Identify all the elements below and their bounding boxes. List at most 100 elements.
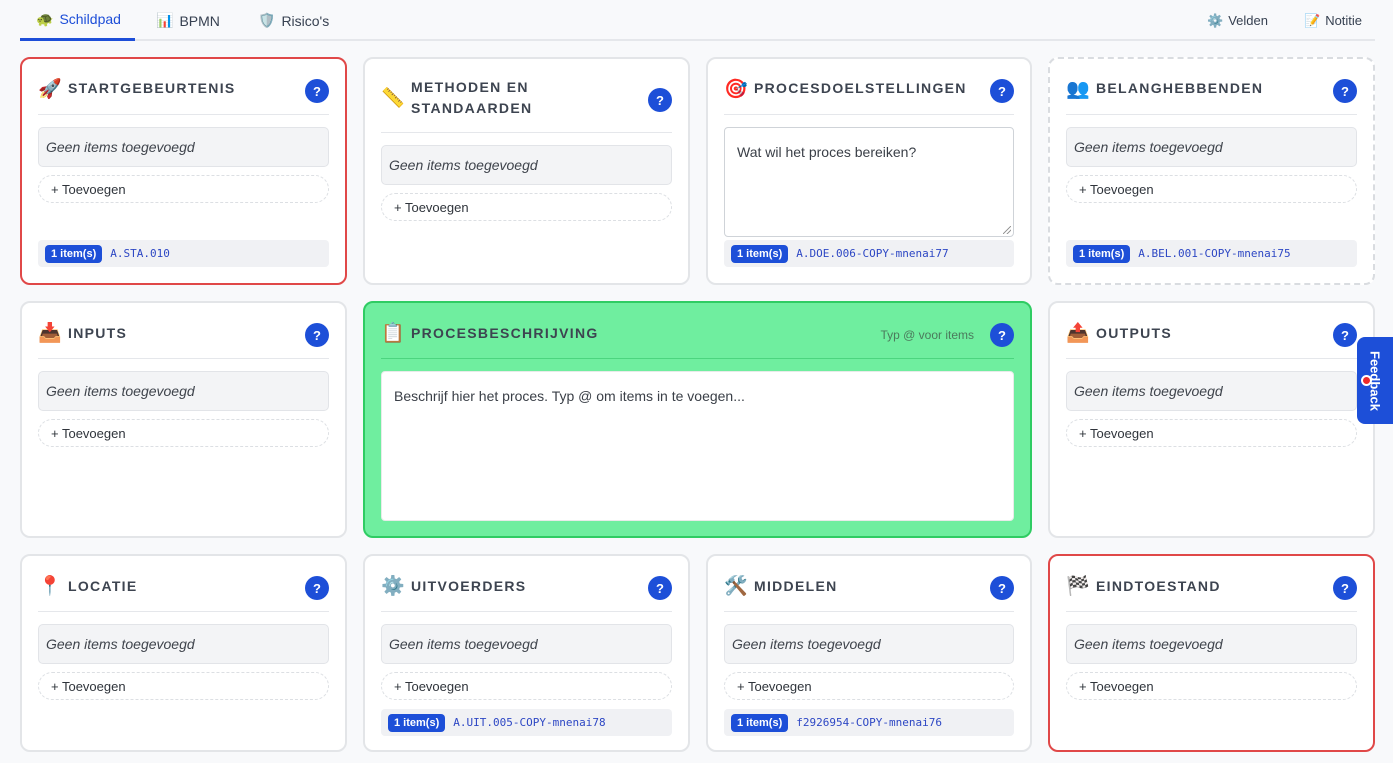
card-header: 🛠️ MIDDELEN ? — [724, 556, 1014, 612]
card-header: 📤 OUTPUTS ? — [1066, 303, 1357, 359]
help-button[interactable]: ? — [305, 323, 329, 347]
tab-label: Risico's — [281, 12, 330, 29]
empty-state: Geen items toegevoegd — [1066, 127, 1357, 167]
card-title: EINDTOESTAND — [1096, 578, 1221, 594]
item-code: A.BEL.001-COPY-mnenai75 — [1138, 247, 1291, 260]
card-header: 🎯 PROCESDOELSTELLINGEN ? — [724, 59, 1014, 115]
help-button[interactable]: ? — [305, 79, 329, 103]
card-procesdoelstellingen: 🎯 PROCESDOELSTELLINGEN ? Wat wil het pro… — [706, 57, 1032, 285]
count-badge: 1 item(s) — [731, 713, 789, 732]
empty-state: Geen items toegevoegd — [724, 624, 1014, 664]
card-locatie: 📍 LOCATIE ? Geen items toegevoegd + Toev… — [20, 554, 347, 752]
tab-label: BPMN — [179, 12, 220, 29]
ruler-icon: 📏 — [381, 88, 405, 109]
count-badge: 1 item(s) — [731, 244, 789, 263]
textarea-placeholder: Wat wil het proces bereiken? — [737, 144, 917, 160]
tab-bar: 🐢 Schildpad 📊 BPMN 🛡️ Risico's ⚙️ Velden… — [20, 0, 1375, 41]
card-title: PROCESDOELSTELLINGEN — [754, 80, 967, 96]
feedback-tab[interactable]: Feedback — [1357, 337, 1393, 424]
help-button[interactable]: ? — [305, 576, 329, 600]
checkered-flag-icon: 🏁 — [1066, 576, 1090, 597]
help-button[interactable]: ? — [1333, 576, 1357, 600]
item-code: A.DOE.006-COPY-mnenai77 — [796, 247, 949, 260]
card-title: BELANGHEBBENDEN — [1096, 80, 1264, 96]
card-header: 📏 METHODEN EN STANDAARDEN ? — [381, 59, 672, 133]
card-header: 📋 PROCESBESCHRIJVING Typ @ voor items ? — [381, 303, 1014, 359]
memo-icon: 📝 — [1304, 12, 1321, 28]
target-icon: 🎯 — [724, 79, 748, 100]
add-button[interactable]: + Toevoegen — [381, 193, 672, 221]
outbox-tray-icon: 📤 — [1066, 323, 1090, 344]
help-button[interactable]: ? — [648, 576, 672, 600]
clipboard-icon: 📋 — [381, 323, 405, 344]
count-badge: 1 item(s) — [45, 244, 103, 263]
card-middelen: 🛠️ MIDDELEN ? Geen items toegevoegd + To… — [706, 554, 1032, 752]
item-code: A.UIT.005-COPY-mnenai78 — [453, 716, 606, 729]
card-title-line2: STANDAARDEN — [411, 100, 533, 116]
velden-button[interactable]: ⚙️ Velden — [1207, 0, 1268, 41]
item-reference[interactable]: 1 item(s) A.BEL.001-COPY-mnenai75 — [1066, 240, 1357, 267]
card-outputs: 📤 OUTPUTS ? Geen items toegevoegd + Toev… — [1048, 301, 1375, 538]
empty-state: Geen items toegevoegd — [38, 371, 329, 411]
add-button[interactable]: + Toevoegen — [1066, 672, 1357, 700]
empty-state: Geen items toegevoegd — [38, 624, 329, 664]
shield-icon: 🛡️ — [258, 12, 276, 28]
card-title: UITVOERDERS — [411, 578, 527, 594]
count-badge: 1 item(s) — [388, 713, 446, 732]
card-eindtoestand: 🏁 EINDTOESTAND ? Geen items toegevoegd +… — [1048, 554, 1375, 752]
mention-hint: Typ @ voor items — [880, 328, 974, 342]
notitie-label: Notitie — [1325, 13, 1363, 28]
velden-label: Velden — [1228, 13, 1268, 28]
tab-schildpad[interactable]: 🐢 Schildpad — [20, 0, 135, 41]
notitie-button[interactable]: 📝 Notitie — [1304, 0, 1362, 41]
add-button[interactable]: + Toevoegen — [381, 672, 672, 700]
bar-chart-icon: 📊 — [156, 12, 174, 28]
card-title-line1: METHODEN EN — [411, 79, 529, 95]
item-reference[interactable]: 1 item(s) A.DOE.006-COPY-mnenai77 — [724, 240, 1014, 267]
item-code: f2926954-COPY-mnenai76 — [796, 716, 942, 729]
empty-state: Geen items toegevoegd — [381, 145, 672, 185]
gear-icon: ⚙️ — [381, 576, 405, 597]
card-belanghebbenden: 👥 BELANGHEBBENDEN ? Geen items toegevoeg… — [1048, 57, 1375, 285]
help-button[interactable]: ? — [1333, 323, 1357, 347]
item-reference[interactable]: 1 item(s) f2926954-COPY-mnenai76 — [724, 709, 1014, 736]
help-button[interactable]: ? — [990, 323, 1014, 347]
add-button[interactable]: + Toevoegen — [38, 672, 329, 700]
card-header: 🚀 STARTGEBEURTENIS ? — [38, 59, 329, 115]
count-badge: 1 item(s) — [1073, 244, 1131, 263]
editor-placeholder: Beschrijf hier het proces. Typ @ om item… — [394, 388, 745, 404]
add-button[interactable]: + Toevoegen — [724, 672, 1014, 700]
item-reference[interactable]: 1 item(s) A.STA.010 — [38, 240, 329, 267]
card-header: 📥 INPUTS ? — [38, 303, 329, 359]
item-code: A.STA.010 — [110, 247, 170, 260]
feedback-label: Feedback — [1367, 351, 1383, 411]
help-button[interactable]: ? — [1333, 79, 1357, 103]
turtle-icon: 🐢 — [36, 10, 54, 27]
item-reference[interactable]: 1 item(s) A.UIT.005-COPY-mnenai78 — [381, 709, 672, 736]
card-title: OUTPUTS — [1096, 325, 1172, 341]
rocket-icon: 🚀 — [38, 79, 62, 100]
card-header: ⚙️ UITVOERDERS ? — [381, 556, 672, 612]
resize-handle[interactable] — [1003, 226, 1011, 234]
add-button[interactable]: + Toevoegen — [1066, 419, 1357, 447]
tab-risicos[interactable]: 🛡️ Risico's — [242, 0, 345, 41]
card-title: STARTGEBEURTENIS — [68, 80, 236, 96]
help-button[interactable]: ? — [990, 79, 1014, 103]
doelstellingen-textarea[interactable]: Wat wil het proces bereiken? — [724, 127, 1014, 237]
add-button[interactable]: + Toevoegen — [1066, 175, 1357, 203]
help-button[interactable]: ? — [990, 576, 1014, 600]
empty-state: Geen items toegevoegd — [381, 624, 672, 664]
pin-icon: 📍 — [38, 576, 62, 597]
people-icon: 👥 — [1066, 79, 1090, 100]
card-title: INPUTS — [68, 325, 128, 341]
procesbeschrijving-editor[interactable]: Beschrijf hier het proces. Typ @ om item… — [381, 371, 1014, 521]
add-button[interactable]: + Toevoegen — [38, 175, 329, 203]
tools-icon: 🛠️ — [724, 576, 748, 597]
card-title: MIDDELEN — [754, 578, 838, 594]
add-button[interactable]: + Toevoegen — [38, 419, 329, 447]
help-button[interactable]: ? — [648, 88, 672, 112]
tab-bpmn[interactable]: 📊 BPMN — [140, 0, 236, 41]
card-uitvoerders: ⚙️ UITVOERDERS ? Geen items toegevoegd +… — [363, 554, 690, 752]
empty-state: Geen items toegevoegd — [38, 127, 329, 167]
inbox-tray-icon: 📥 — [38, 323, 62, 344]
